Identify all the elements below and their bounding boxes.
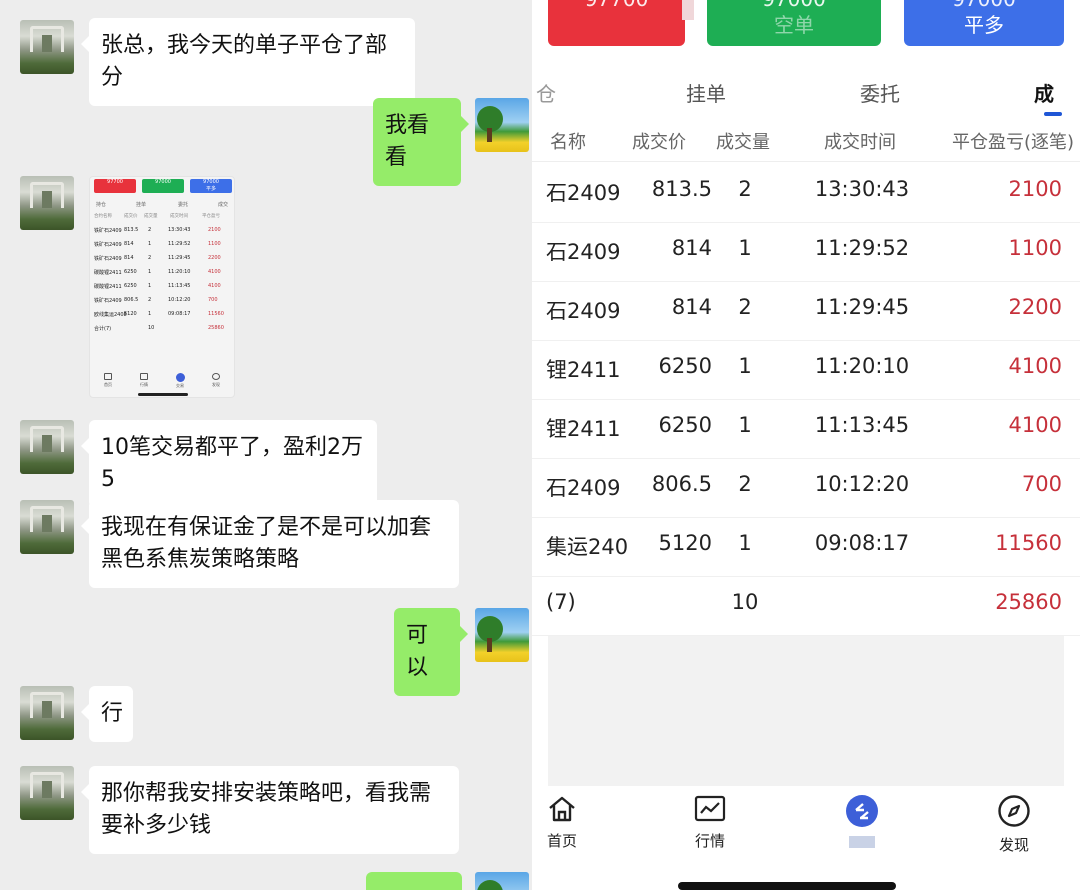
thumb-row-total: 合计(7) 10 25860: [94, 325, 224, 332]
chat-message-incoming[interactable]: 10笔交易都平了，盈利2万5: [81, 420, 377, 508]
thumb-row: 铁矿石2409 814 1 11:29:52 1100: [94, 241, 221, 248]
thumb-header: 成交时间: [170, 214, 188, 219]
header-pl: 平仓盈亏(逐笔): [952, 132, 1075, 153]
trading-app-screenshot: 97700 97000 空单 97000 平多 仓 挂单 委托 成 名称 成交价…: [532, 0, 1080, 890]
table-row[interactable]: 锂2411 6250 1 11:13:45 4100: [532, 400, 1080, 459]
header-price: 成交价: [632, 132, 686, 153]
table-row[interactable]: 石2409 814 2 11:29:45 2200: [532, 282, 1080, 341]
tab-orders[interactable]: 委托: [860, 78, 900, 107]
header-name: 名称: [550, 132, 586, 153]
contact-avatar[interactable]: [20, 20, 74, 74]
home-indicator: [678, 882, 896, 890]
self-avatar[interactable]: [475, 608, 529, 662]
thumb-home-indicator: [138, 393, 188, 396]
chat-panel: 张总，我今天的单子平仓了部分 我看看 97700 97000 97000 平多 持…: [0, 0, 532, 890]
thumb-nav-home: 首页: [98, 373, 118, 388]
chat-message-outgoing[interactable]: 可以: [394, 608, 468, 696]
chat-image-screenshot[interactable]: 97700 97000 97000 平多 持仓 挂单 委托 成交 合约名称 成交价…: [89, 176, 235, 398]
buy-open-button[interactable]: 97700: [548, 0, 685, 46]
empty-area: [548, 636, 1064, 786]
thumb-row: 铁矿石2409 813.5 2 13:30:43 2100: [94, 227, 221, 234]
home-icon: [549, 796, 575, 822]
blurred-region: [682, 0, 694, 20]
chat-message-incoming[interactable]: 那你帮我安排安装策略吧，看我需要补多少钱: [81, 766, 459, 854]
thumb-row: 碳酸锂2411 6250 1 11:13:45 4100: [94, 283, 221, 290]
trade-icon: [846, 795, 878, 827]
chart-icon: [694, 795, 726, 822]
contact-avatar[interactable]: [20, 420, 74, 474]
thumb-header: 合约名称: [94, 214, 112, 219]
chat-message-incoming[interactable]: 我现在有保证金了是不是可以加套黑色系焦炭策略策略: [81, 500, 459, 588]
compass-icon: [998, 795, 1030, 827]
close-long-button[interactable]: 97000 平多: [904, 0, 1064, 46]
thumb-button-red: 97700: [94, 179, 136, 193]
self-avatar[interactable]: [475, 872, 529, 890]
nav-trade[interactable]: [832, 794, 892, 852]
contact-avatar[interactable]: [20, 766, 74, 820]
thumb-button-green: 97000: [142, 179, 184, 193]
nav-home[interactable]: 首页: [532, 794, 592, 851]
tab-filled[interactable]: 成: [1034, 78, 1054, 107]
bottom-nav: 首页 行情 发现: [532, 790, 1080, 890]
table-row[interactable]: 石2409 814 1 11:29:52 1100: [532, 223, 1080, 282]
contact-avatar[interactable]: [20, 176, 74, 230]
table-row[interactable]: 石2409 806.5 2 10:12:20 700: [532, 459, 1080, 518]
thumb-nav-market: 行情: [134, 373, 154, 388]
table-row[interactable]: 集运24085120109:08:1711560: [532, 518, 1080, 577]
thumb-row: 碳酸锂2411 6250 1 11:20:10 4100: [94, 269, 221, 276]
chat-message-incoming[interactable]: 张总，我今天的单子平仓了部分: [81, 18, 415, 106]
table-row[interactable]: 石2409 813.5 2 13:30:43 2100: [532, 164, 1080, 223]
thumb-row: 铁矿石2409 814 2 11:29:45 2200: [94, 255, 221, 262]
header-time: 成交时间: [824, 132, 896, 153]
thumb-header: 平仓盈亏: [202, 214, 220, 219]
nav-market[interactable]: 行情: [680, 794, 740, 851]
thumb-header: 成交价: [124, 214, 138, 219]
tab-pending[interactable]: 挂单: [686, 78, 726, 107]
chat-message-outgoing-partial[interactable]: [366, 872, 462, 890]
thumb-header: 成交量: [144, 214, 158, 219]
thumb-tab: 委托: [178, 202, 189, 208]
tab-positions[interactable]: 仓: [536, 78, 556, 107]
thumb-tab: 挂单: [136, 202, 147, 208]
header-qty: 成交量: [716, 132, 770, 153]
thumb-button-blue: 97000 平多: [190, 179, 232, 193]
self-avatar[interactable]: [475, 98, 529, 152]
thumb-nav-trade: 交易: [170, 373, 190, 389]
chat-message-outgoing[interactable]: 我看看: [373, 98, 469, 186]
thumb-row: 欧线集运2408 5120 1 09:08:17 11560: [94, 311, 224, 318]
chat-message-incoming[interactable]: 行: [81, 686, 133, 742]
sell-open-button[interactable]: 97000 空单: [707, 0, 881, 46]
nav-discover[interactable]: 发现: [984, 794, 1044, 855]
active-tab-indicator: [1044, 112, 1062, 116]
contact-avatar[interactable]: [20, 686, 74, 740]
table-row[interactable]: 锂2411 6250 1 11:20:10 4100: [532, 341, 1080, 400]
table-header: 名称 成交价 成交量 成交时间 平仓盈亏(逐笔): [532, 122, 1080, 162]
contact-avatar[interactable]: [20, 500, 74, 554]
thumb-tab: 持仓: [96, 202, 107, 208]
order-tabs: 仓 挂单 委托 成: [532, 68, 1080, 118]
table-row-total: (7) 10 25860: [532, 577, 1080, 636]
thumb-tab: 成交: [218, 202, 229, 208]
thumb-nav-discover: 发现: [206, 373, 226, 388]
thumb-row: 铁矿石2409 806.5 2 10:12:20 700: [94, 297, 218, 304]
